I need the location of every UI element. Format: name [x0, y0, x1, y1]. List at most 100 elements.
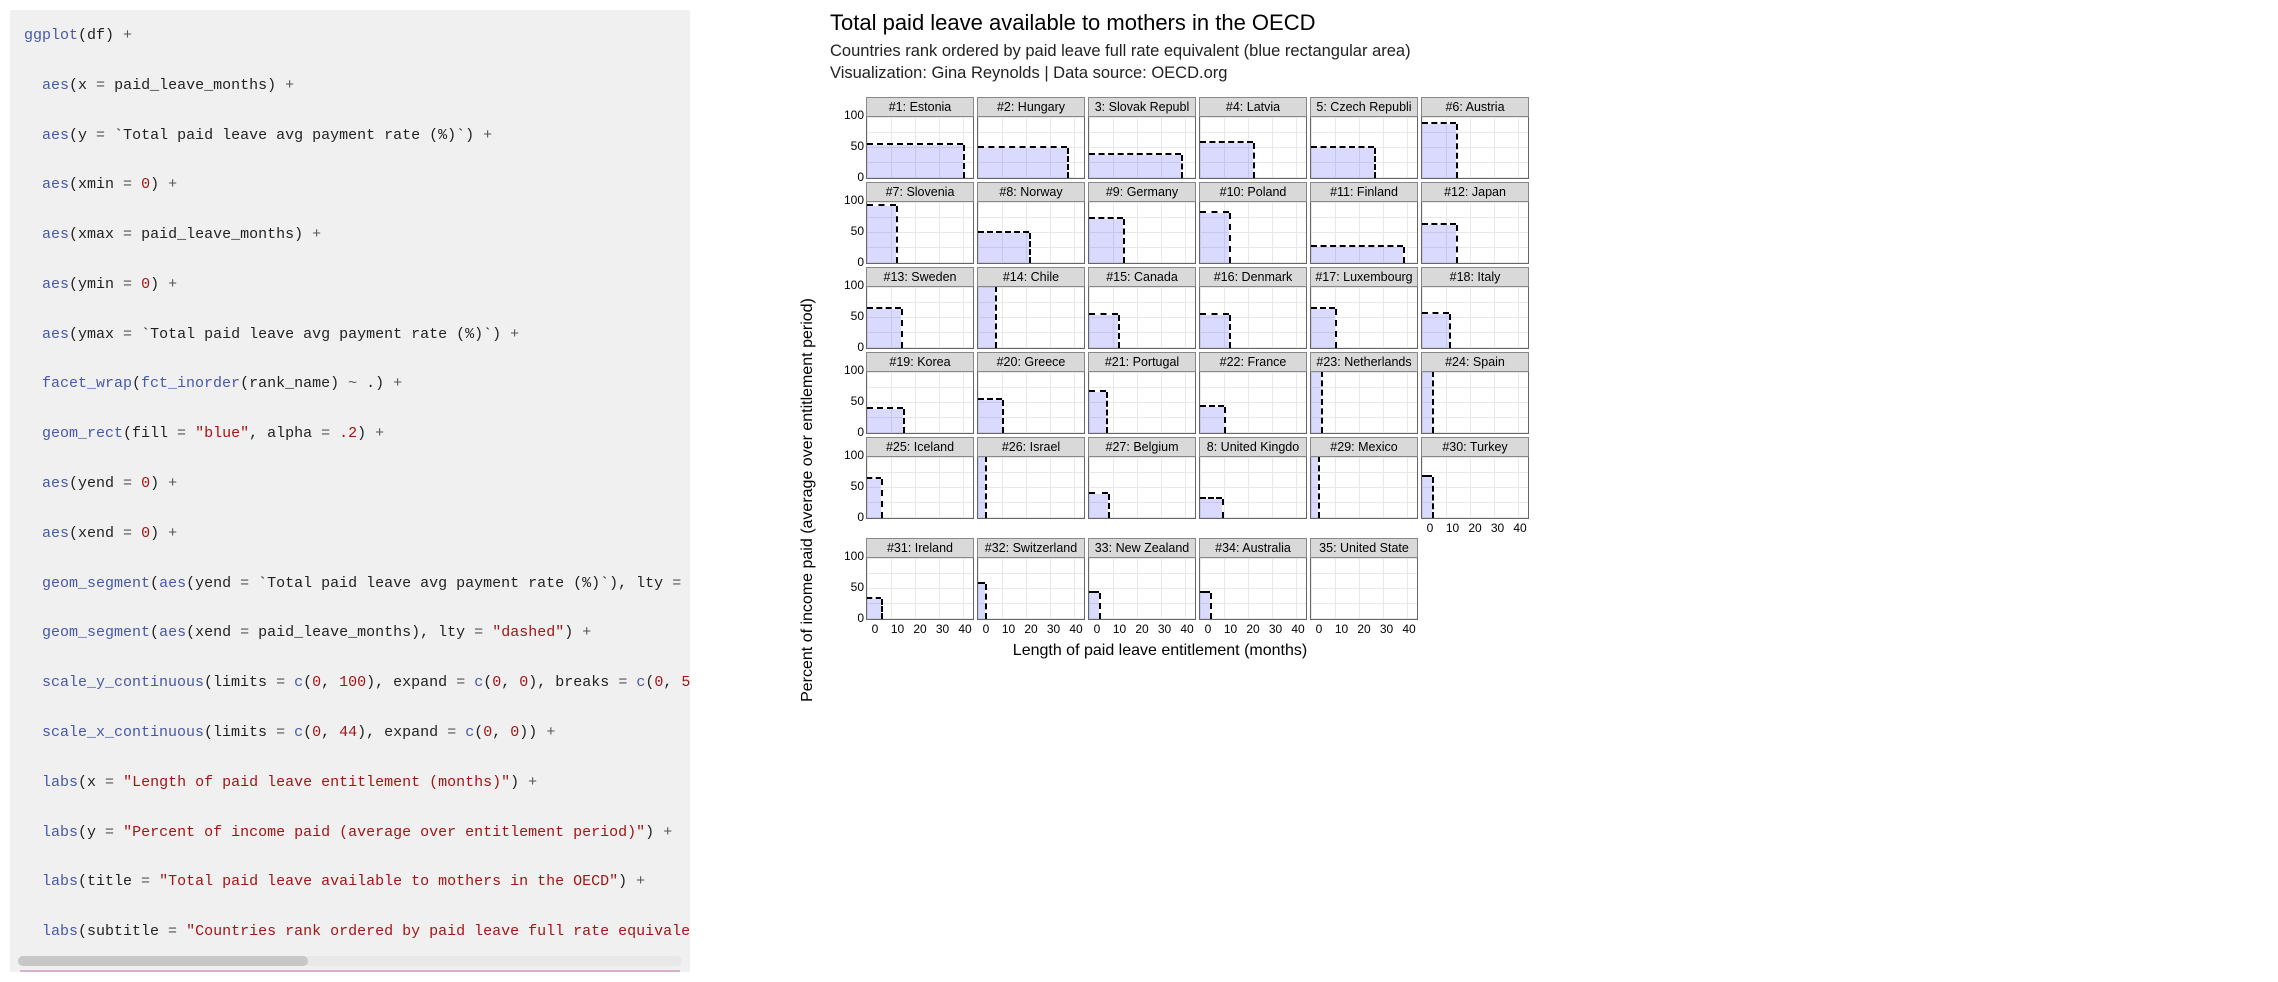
facet: #25: Iceland050100 [866, 437, 974, 535]
facet-vline [903, 409, 905, 433]
facet-vline [1253, 143, 1255, 177]
facet: 5: Czech Republi [1310, 97, 1418, 179]
facet-vline [985, 457, 987, 518]
facet-hline [867, 204, 896, 206]
facet: #12: Japan [1421, 182, 1529, 264]
facet-rect [1089, 593, 1099, 619]
x-ticks: 010203040 [1199, 620, 1307, 636]
facet-rect [867, 479, 881, 517]
facet-vline [1456, 225, 1458, 262]
code-line: aes(xmin = 0) + [20, 173, 680, 198]
y-ticks: 050100 [836, 370, 864, 432]
facet-plot [977, 117, 1085, 179]
facet-strip: #22: France [1199, 352, 1307, 372]
facet-hline [1200, 405, 1224, 407]
facet-vline [1403, 247, 1405, 263]
facet-vline [1224, 407, 1226, 433]
facet-hline [1089, 217, 1123, 219]
facet: 33: New Zealand010203040 [1088, 538, 1196, 636]
facet: #24: Spain [1421, 352, 1529, 434]
facet-hline [1422, 122, 1456, 124]
code-line: aes(ymax = `Total paid leave avg payment… [20, 323, 680, 348]
facet-strip: #17: Luxembourg [1310, 267, 1418, 287]
facet-hline [978, 146, 1067, 148]
facet: #1: Estonia050100 [866, 97, 974, 179]
code-line: labs(y = "Percent of income paid (averag… [20, 821, 680, 846]
facet-rect [867, 309, 901, 347]
facet: #19: Korea050100 [866, 352, 974, 434]
facet: #8: Norway [977, 182, 1085, 264]
horizontal-scrollbar-thumb[interactable] [18, 956, 308, 966]
x-ticks: 010203040 [1088, 620, 1196, 636]
facet-plot [977, 372, 1085, 434]
facet-strip: #21: Portugal [1088, 352, 1196, 372]
facet: #32: Switzerland010203040 [977, 538, 1085, 636]
code-block: ggplot(df) + aes(x = paid_leave_months) … [10, 10, 690, 972]
facet-plot [1421, 117, 1529, 179]
y-ticks: 050100 [836, 200, 864, 262]
facet-vline [1374, 148, 1376, 177]
code-line: aes(yend = 0) + [20, 472, 680, 497]
facet-plot [1421, 287, 1529, 349]
facet-plot [1088, 287, 1196, 349]
facet-hline [1089, 153, 1181, 155]
facet-strip: #20: Greece [977, 352, 1085, 372]
facet-rect [978, 400, 1002, 432]
x-ticks: 010203040 [866, 620, 974, 636]
facet-plot [1199, 372, 1307, 434]
facet-strip: #1: Estonia [866, 97, 974, 117]
facet-strip: #11: Finland [1310, 182, 1418, 202]
facet-hline [1200, 211, 1229, 213]
code-line: aes(xmax = paid_leave_months) + [20, 223, 680, 248]
facet-vline [1335, 309, 1337, 347]
facet: #26: Israel [977, 437, 1085, 535]
facet-rect [1311, 372, 1321, 433]
facet-plot [866, 558, 974, 620]
facet-strip: #26: Israel [977, 437, 1085, 457]
facet-plot [1421, 457, 1529, 519]
facet-vline [1067, 148, 1069, 178]
code-line: geom_segment(aes(xend = paid_leave_month… [20, 621, 680, 646]
facet: 35: United State010203040 [1310, 538, 1418, 636]
facet-hline [867, 597, 881, 599]
facet-vline [1432, 477, 1434, 518]
facet-rect [1200, 407, 1224, 433]
facet-strip: 35: United State [1310, 538, 1418, 558]
facet-plot [866, 287, 974, 349]
facet-grid: #1: Estonia050100#2: Hungary3: Slovak Re… [866, 97, 2258, 636]
facet-hline [1422, 312, 1449, 314]
facet-vline [1002, 400, 1004, 432]
facet-vline [1029, 233, 1031, 263]
code-line: aes(y = `Total paid leave avg payment ra… [20, 124, 680, 149]
y-ticks: 050100 [836, 455, 864, 517]
facet-plot [1199, 117, 1307, 179]
facet-plot [1088, 202, 1196, 264]
facet-rect [1422, 372, 1432, 433]
facet-plot [1199, 558, 1307, 620]
facet-rect [1200, 143, 1253, 177]
facet-vline [1456, 124, 1458, 177]
code-line: scale_x_continuous(limits = c(0, 44), ex… [20, 721, 680, 746]
facet-rect [1311, 148, 1374, 177]
facet-strip: #25: Iceland [866, 437, 974, 457]
facet-rect [1422, 225, 1456, 262]
code-line: labs(subtitle = "Countries rank ordered … [20, 920, 680, 945]
facet: #4: Latvia [1199, 97, 1307, 179]
code-line: labs(x = "Length of paid leave entitleme… [20, 771, 680, 796]
facet: #31: Ireland050100010203040 [866, 538, 974, 636]
code-line: facet_wrap(fct_inorder(rank_name) ~ .) + [20, 372, 680, 397]
facet-vline [985, 584, 987, 619]
horizontal-scrollbar-track[interactable] [18, 956, 682, 966]
facet: #27: Belgium [1088, 437, 1196, 535]
facet-strip: #23: Netherlands [1310, 352, 1418, 372]
facet-strip: 5: Czech Republi [1310, 97, 1418, 117]
facet: #30: Turkey010203040 [1421, 437, 1529, 535]
facet-strip: #29: Mexico [1310, 437, 1418, 457]
chart-panel: Total paid leave available to mothers in… [700, 0, 2278, 982]
facet-vline [1106, 392, 1108, 433]
facet-plot [1088, 457, 1196, 519]
facet-vline [1229, 213, 1231, 263]
facet-hline [1089, 390, 1106, 392]
facet: #16: Denmark [1199, 267, 1307, 349]
facet-vline [1318, 457, 1320, 518]
